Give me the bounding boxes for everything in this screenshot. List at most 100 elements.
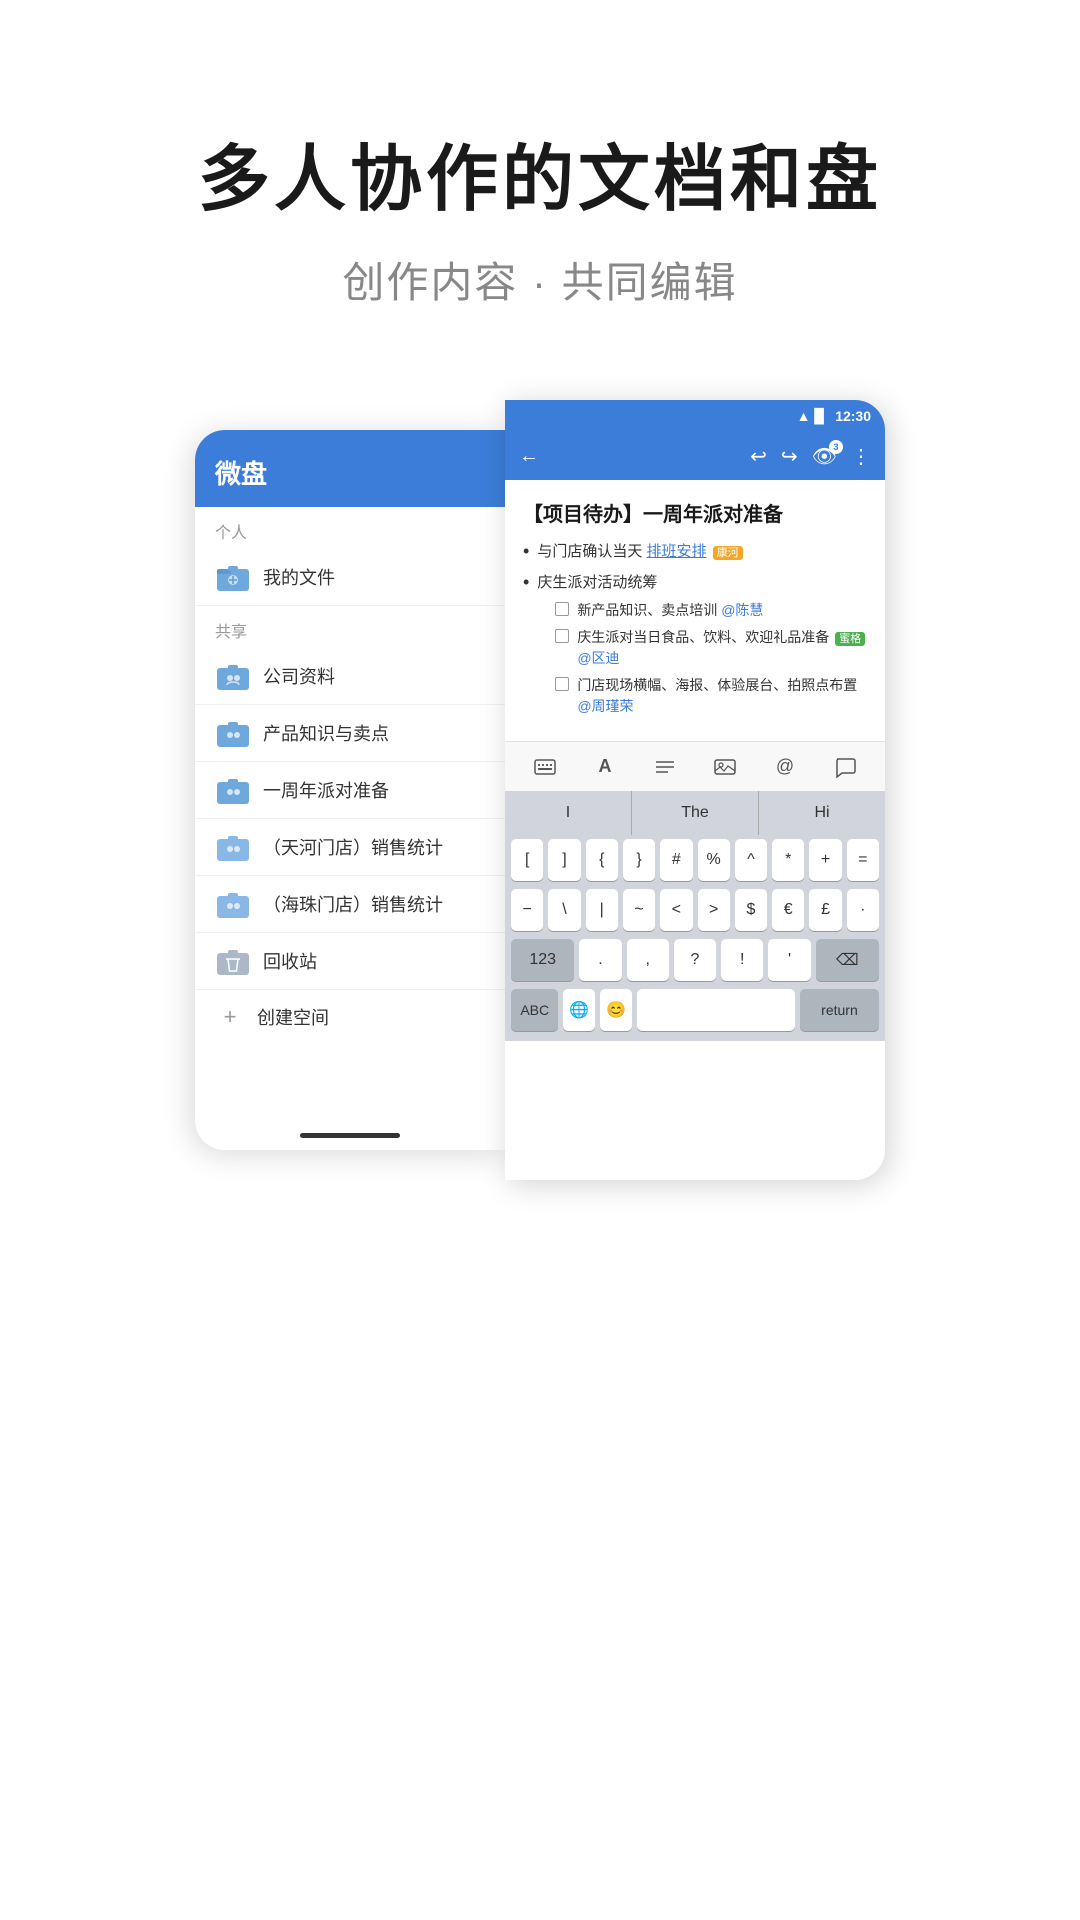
- kb-key-dot[interactable]: ·: [847, 889, 879, 931]
- kb-row-3: 123 . , ? ! ' ⌫: [505, 935, 885, 985]
- kb-key-rbrace[interactable]: }: [623, 839, 655, 881]
- link-zhoujinrong[interactable]: @周瑾荣: [577, 698, 633, 714]
- kb-key-abc[interactable]: ABC: [511, 989, 558, 1031]
- hero-subtitle: 创作内容 · 共同编辑: [0, 249, 1080, 310]
- kb-key-question[interactable]: ?: [674, 939, 716, 981]
- image-icon[interactable]: [707, 749, 743, 785]
- font-label: A: [599, 756, 612, 777]
- suggestion-hi[interactable]: Hi: [759, 791, 885, 835]
- redo-icon[interactable]: ↪: [781, 444, 798, 469]
- at-icon[interactable]: @: [767, 749, 803, 785]
- left-header-title: 微盘: [215, 454, 485, 491]
- file-item-company[interactable]: 公司资料: [195, 648, 505, 705]
- sub-items: 新产品知识、卖点培训 @陈慧 庆生派对当日食品、饮料、欢迎礼品准备 蜜格 @区迪: [555, 600, 867, 717]
- kb-key-hash[interactable]: #: [660, 839, 692, 881]
- kb-key-comma[interactable]: ,: [627, 939, 669, 981]
- kb-key-asterisk[interactable]: *: [772, 839, 804, 881]
- kb-key-emoji[interactable]: 😊: [600, 989, 632, 1031]
- more-icon[interactable]: ⋮: [851, 444, 871, 469]
- bullet2-text: 庆生派对活动统筹: [537, 574, 657, 591]
- kb-key-delete[interactable]: ⌫: [816, 939, 879, 981]
- kb-key-lbrace[interactable]: {: [586, 839, 618, 881]
- bullet1-badge: 康河: [713, 546, 743, 560]
- phones-container: 微盘 个人 我的文件 共享: [0, 430, 1080, 1180]
- bullet-item-1: • 与门店确认当天 排班安排 康河: [523, 541, 867, 564]
- kb-key-lt[interactable]: <: [660, 889, 692, 931]
- kb-key-period[interactable]: .: [579, 939, 621, 981]
- comment-icon[interactable]: [827, 749, 863, 785]
- kb-key-backslash[interactable]: \: [548, 889, 580, 931]
- suggestion-the[interactable]: The: [632, 791, 759, 835]
- shared-folder-icon-0: [215, 658, 251, 694]
- kb-key-apostrophe[interactable]: ': [768, 939, 810, 981]
- link-qudi[interactable]: @区迪: [577, 650, 619, 666]
- kb-key-pound[interactable]: £: [809, 889, 841, 931]
- file-item-company-label: 公司资料: [263, 663, 335, 689]
- file-item-anniversary[interactable]: 一周年派对准备: [195, 762, 505, 819]
- create-plus-icon: +: [215, 1002, 245, 1032]
- kb-key-minus[interactable]: −: [511, 889, 543, 931]
- file-item-trash-label: 回收站: [263, 948, 317, 974]
- file-item-product[interactable]: 产品知识与卖点: [195, 705, 505, 762]
- kb-key-exclamation[interactable]: !: [721, 939, 763, 981]
- shared-folder-icon-3: [215, 829, 251, 865]
- bullet1-text: 与门店确认当天: [537, 543, 642, 560]
- back-icon[interactable]: ←: [519, 445, 539, 468]
- kb-key-dollar[interactable]: $: [735, 889, 767, 931]
- keyboard-icon[interactable]: [527, 749, 563, 785]
- kb-key-123[interactable]: 123: [511, 939, 574, 981]
- viewers-icon[interactable]: 👁 3: [812, 444, 837, 469]
- checkbox-text-1: 新产品知识、卖点培训 @陈慧: [577, 600, 763, 621]
- status-time: 12:30: [835, 408, 871, 424]
- badge-mige: 蜜格: [835, 632, 865, 646]
- kb-key-return[interactable]: return: [800, 989, 879, 1031]
- kb-row-2: − \ | ~ < > $ € £ ·: [505, 885, 885, 935]
- kb-key-space[interactable]: [637, 989, 795, 1031]
- file-item-trash[interactable]: 回收站: [195, 933, 505, 990]
- viewers-badge: 3: [829, 440, 843, 454]
- file-item-product-label: 产品知识与卖点: [263, 720, 389, 746]
- kb-key-caret[interactable]: ^: [735, 839, 767, 881]
- checkbox-item-2: 庆生派对当日食品、饮料、欢迎礼品准备 蜜格 @区迪: [555, 627, 867, 669]
- bullet-text-2: 庆生派对活动统筹 新产品知识、卖点培训 @陈慧 庆生派对当日食品: [537, 572, 867, 724]
- kb-key-pipe[interactable]: |: [586, 889, 618, 931]
- checkbox-box-2[interactable]: [555, 629, 569, 643]
- bullet1-link[interactable]: 排班安排: [647, 543, 707, 560]
- suggestion-i[interactable]: I: [505, 791, 632, 835]
- trash-folder-icon: [215, 943, 251, 979]
- bullet-text-1: 与门店确认当天 排班安排 康河: [537, 541, 742, 564]
- kb-key-rbracket[interactable]: ]: [548, 839, 580, 881]
- kb-key-percent[interactable]: %: [698, 839, 730, 881]
- kb-key-globe[interactable]: 🌐: [563, 989, 595, 1031]
- shared-folder-icon-1: [215, 715, 251, 751]
- section-personal-label: 个人: [195, 507, 505, 549]
- status-bar: ▲ ▉ 12:30: [505, 400, 885, 432]
- toolbar-left: ←: [519, 445, 539, 468]
- at-symbol: @: [776, 756, 794, 777]
- left-phone: 微盘 个人 我的文件 共享: [195, 430, 505, 1150]
- checkbox-box-1[interactable]: [555, 602, 569, 616]
- list-icon[interactable]: [647, 749, 683, 785]
- file-item-haizhu-label: （海珠门店）销售统计: [263, 891, 443, 917]
- kb-key-gt[interactable]: >: [698, 889, 730, 931]
- personal-folder-icon: [215, 559, 251, 595]
- file-item-myfiles[interactable]: 我的文件: [195, 549, 505, 606]
- bullet-dot-2: •: [523, 572, 529, 593]
- file-item-haizhu[interactable]: （海珠门店）销售统计: [195, 876, 505, 933]
- font-icon[interactable]: A: [587, 749, 623, 785]
- kb-key-plus[interactable]: +: [809, 839, 841, 881]
- kb-bottom-row: ABC 🌐 😊 return: [505, 985, 885, 1041]
- doc-toolbar: ← ↩ ↪ 👁 3 ⋮: [505, 432, 885, 480]
- kb-key-lbracket[interactable]: [: [511, 839, 543, 881]
- shared-folder-icon-4: [215, 886, 251, 922]
- checkbox-box-3[interactable]: [555, 677, 569, 691]
- undo-icon[interactable]: ↩: [750, 444, 767, 469]
- bullet-item-2: • 庆生派对活动统筹 新产品知识、卖点培训 @陈慧: [523, 572, 867, 724]
- keyboard-suggestions: I The Hi: [505, 791, 885, 835]
- link-chenhuei[interactable]: @陈慧: [721, 602, 763, 618]
- kb-key-tilde[interactable]: ~: [623, 889, 655, 931]
- kb-key-equals[interactable]: =: [847, 839, 879, 881]
- kb-key-euro[interactable]: €: [772, 889, 804, 931]
- file-item-tianhe[interactable]: （天河门店）销售统计: [195, 819, 505, 876]
- create-space-item[interactable]: + 创建空间: [195, 990, 505, 1044]
